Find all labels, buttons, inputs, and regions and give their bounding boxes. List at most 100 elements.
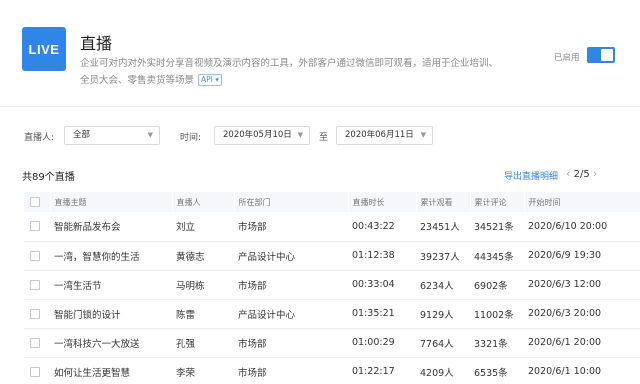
topic-cell: 智能门锁的设计 <box>50 299 172 329</box>
duration-cell: 00:43:22 <box>348 212 416 242</box>
table-row[interactable]: 智能新品发布会 刘立 市场部 00:43:22 23451人 34521条 2020/6/1… <box>24 212 640 242</box>
date-range-separator: 至 <box>319 133 329 143</box>
chevron-down-icon: ▼ <box>297 131 303 139</box>
table-row[interactable]: 智能门锁的设计 陈雷 产品设计中心 01:35:21 9129人 11002条 2020/6… <box>24 299 640 329</box>
column-header: 累计评论 <box>470 192 525 212</box>
row-select-cell <box>24 328 50 358</box>
start-time-cell: 2020/6/1 10:00 <box>524 357 640 384</box>
host-cell: 黄德志 <box>172 241 234 271</box>
table-row[interactable]: 如何让生活更智慧 李荣 市场部 01:22:17 4209人 6535条 2020/6/1 … <box>24 357 640 384</box>
duration-cell: 01:22:17 <box>348 357 416 384</box>
chevron-down-icon: ▼ <box>147 131 153 139</box>
host-cell: 刘立 <box>172 212 234 242</box>
duration-cell: 00:33:04 <box>348 270 416 300</box>
department-cell: 市场部 <box>234 328 348 358</box>
row-checkbox[interactable] <box>30 366 40 377</box>
column-header: 直播人 <box>172 192 235 212</box>
department-cell: 市场部 <box>234 270 348 300</box>
duration-cell: 01:00:29 <box>348 328 416 358</box>
department-cell: 市场部 <box>234 357 348 384</box>
table-row[interactable]: 一湾，智慧你的生活 黄德志 产品设计中心 01:12:38 39237人 44345条 20… <box>24 241 640 271</box>
select-all-checkbox[interactable] <box>30 197 40 207</box>
column-header: 开始时间 <box>524 192 640 212</box>
live-logo: LIVE <box>22 27 66 71</box>
department-cell: 产品设计中心 <box>234 299 348 329</box>
comments-cell: 44345条 <box>470 241 524 271</box>
comments-cell: 11002条 <box>470 299 524 329</box>
date-from-value: 2020年05月10日 <box>223 130 292 140</box>
duration-cell: 01:35:21 <box>348 299 416 329</box>
chevron-down-icon: ▼ <box>420 131 426 139</box>
page-indicator: 2/5 <box>573 169 590 180</box>
duration-cell: 01:12:38 <box>348 241 416 271</box>
toggle-knob <box>601 49 613 61</box>
live-table: 直播主题 直播人 所在部门 直播时长 累计观看 累计评论 开始时间 智能新品发布… <box>24 192 640 384</box>
select-all-cell <box>24 192 51 212</box>
chevron-right-icon[interactable]: › <box>593 167 597 180</box>
export-details-link[interactable]: 导出直播明细 <box>504 169 558 182</box>
row-checkbox[interactable] <box>30 221 40 232</box>
header-divider <box>0 106 640 107</box>
enable-toggle[interactable] <box>587 47 615 63</box>
host-select[interactable]: 全部 ▼ <box>64 126 160 145</box>
host-cell: 马明栋 <box>172 270 234 300</box>
comments-cell: 6535条 <box>470 357 524 384</box>
topic-cell: 智能新品发布会 <box>50 212 172 242</box>
description-line-2: 全员大会、零售卖货等场景 <box>80 75 195 86</box>
host-filter-label: 直播人: <box>24 133 55 143</box>
comments-cell: 34521条 <box>470 212 524 242</box>
topic-cell: 如何让生活更智慧 <box>50 357 172 384</box>
topic-cell: 一湾，智慧你的生活 <box>50 241 172 271</box>
date-to-select[interactable]: 2020年06月11日 ▼ <box>336 126 433 145</box>
views-cell: 39237人 <box>416 241 470 271</box>
department-cell: 产品设计中心 <box>234 241 348 271</box>
row-select-cell <box>24 270 50 300</box>
description-line-1: 企业可对内对外实时分享音视频及演示内容的工具，外部客户通过微信即可观看，适用于企… <box>80 58 499 69</box>
start-time-cell: 2020/6/3 12:00 <box>524 270 640 300</box>
table-row[interactable]: 一湾生活节 马明栋 市场部 00:33:04 6234人 6902条 2020/6/3 12… <box>24 270 640 300</box>
list-header: 共89个直播 导出直播明细 ‹ 2/5 › <box>0 166 640 184</box>
comments-cell: 3321条 <box>470 328 524 358</box>
row-select-cell <box>24 241 50 271</box>
page-description: 企业可对内对外实时分享音视频及演示内容的工具，外部客户通过微信即可观看，适用于企… <box>80 55 530 89</box>
date-to-value: 2020年06月11日 <box>345 130 414 140</box>
views-cell: 6234人 <box>416 270 470 300</box>
app-header: LIVE 直播 企业可对内对外实时分享音视频及演示内容的工具，外部客户通过微信即… <box>0 0 640 108</box>
comments-cell: 6902条 <box>470 270 524 300</box>
column-header: 直播主题 <box>50 192 173 212</box>
views-cell: 9129人 <box>416 299 470 329</box>
host-select-value: 全部 <box>73 130 91 140</box>
column-header: 累计观看 <box>416 192 471 212</box>
filter-bar: 直播人: 全部 ▼ 时间: 2020年05月10日 ▼ 至 2020年06月11… <box>0 124 640 148</box>
page-title: 直播 <box>80 34 113 53</box>
start-time-cell: 2020/6/9 19:30 <box>524 241 640 271</box>
row-select-cell <box>24 357 50 384</box>
time-filter-label: 时间: <box>180 133 202 143</box>
row-select-cell <box>24 299 50 329</box>
enabled-label: 已启用 <box>554 53 580 63</box>
api-tag[interactable]: API ▾ <box>198 74 223 86</box>
date-from-select[interactable]: 2020年05月10日 ▼ <box>214 126 310 145</box>
row-checkbox[interactable] <box>30 250 40 261</box>
table-row[interactable]: 一湾科技六一大放送 孔强 市场部 01:00:29 7764人 3321条 2020/6/1… <box>24 328 640 358</box>
host-cell: 陈雷 <box>172 299 234 329</box>
row-checkbox[interactable] <box>30 279 40 290</box>
topic-cell: 一湾科技六一大放送 <box>50 328 172 358</box>
column-header: 直播时长 <box>348 192 417 212</box>
column-header: 所在部门 <box>234 192 349 212</box>
topic-cell: 一湾生活节 <box>50 270 172 300</box>
row-select-cell <box>24 212 50 242</box>
views-cell: 4209人 <box>416 357 470 384</box>
live-count: 共89个直播 <box>22 172 75 183</box>
row-checkbox[interactable] <box>30 308 40 319</box>
chevron-left-icon[interactable]: ‹ <box>566 167 570 180</box>
table-header-row: 直播主题 直播人 所在部门 直播时长 累计观看 累计评论 开始时间 <box>24 192 640 212</box>
host-cell: 李荣 <box>172 357 234 384</box>
host-cell: 孔强 <box>172 328 234 358</box>
start-time-cell: 2020/6/1 20:00 <box>524 328 640 358</box>
views-cell: 23451人 <box>416 212 470 242</box>
pagination: ‹ 2/5 › <box>566 167 597 180</box>
row-checkbox[interactable] <box>30 337 40 348</box>
views-cell: 7764人 <box>416 328 470 358</box>
department-cell: 市场部 <box>234 212 348 242</box>
